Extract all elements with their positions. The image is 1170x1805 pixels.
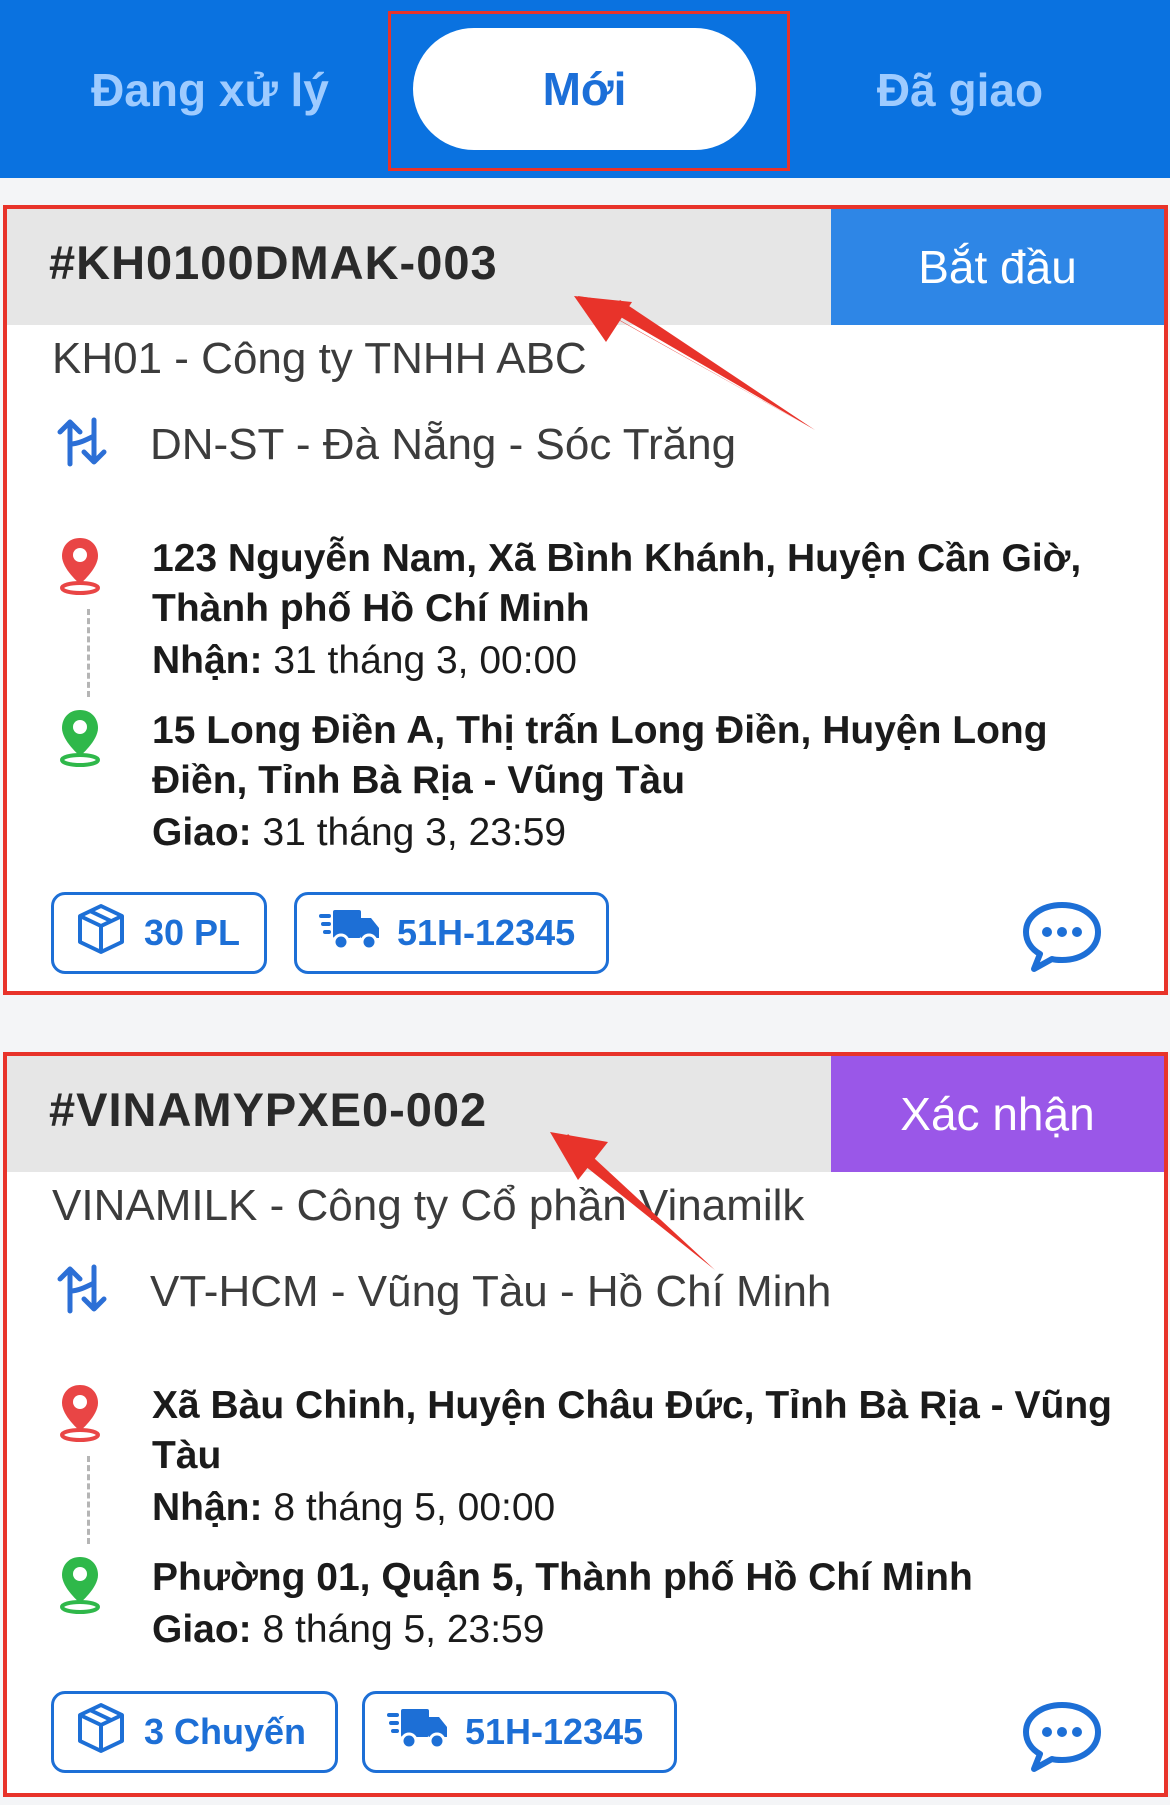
dropoff-stop: Phường 01, Quận 5, Thành phố Hồ Chí Minh… (57, 1553, 1117, 1657)
tab-processing[interactable]: Đang xử lý (40, 28, 380, 152)
dropoff-address: 15 Long Điền A, Thị trấn Long Điền, Huyệ… (152, 709, 1048, 802)
pickup-time: Nhận: 31 tháng 3, 00:00 (152, 639, 577, 682)
vehicle-chip: 51H-12345 (362, 1691, 677, 1773)
order-code: #KH0100DMAK-003 (49, 236, 498, 289)
route-connector (87, 609, 90, 697)
vehicle-plate: 51H-12345 (397, 912, 576, 953)
start-button[interactable]: Bắt đầu (831, 209, 1164, 325)
route-swap-icon (52, 1261, 112, 1322)
route-swap-icon (52, 414, 112, 475)
green-map-pin-icon (57, 1553, 103, 1620)
pickup-stop: 123 Nguyễn Nam, Xã Bình Khánh, Huyện Cần… (57, 534, 1117, 688)
pickup-address: Xã Bàu Chinh, Huyện Châu Đức, Tỉnh Bà Rị… (152, 1384, 1112, 1477)
confirm-button[interactable]: Xác nhận (831, 1056, 1164, 1172)
red-map-pin-icon (57, 534, 103, 601)
dropoff-time: Giao: 8 tháng 5, 23:59 (152, 1608, 545, 1651)
pickup-stop: Xã Bàu Chinh, Huyện Châu Đức, Tỉnh Bà Rị… (57, 1381, 1117, 1535)
quantity-chip: 30 PL (51, 892, 267, 974)
red-map-pin-icon (57, 1381, 103, 1448)
chat-bubble-icon[interactable] (1020, 899, 1104, 980)
route-label: DN-ST - Đà Nẵng - Sóc Trăng (150, 419, 737, 469)
customer-name: VINAMILK - Công ty Cổ phần Vinamilk (52, 1181, 805, 1230)
route-row: DN-ST - Đà Nẵng - Sóc Trăng (52, 414, 736, 475)
order-code: #VINAMYPXE0-002 (49, 1083, 488, 1136)
route-label: VT-HCM - Vũng Tàu - Hồ Chí Minh (150, 1266, 832, 1316)
dropoff-stop: 15 Long Điền A, Thị trấn Long Điền, Huyệ… (57, 706, 1117, 860)
dropoff-time: Giao: 31 tháng 3, 23:59 (152, 811, 567, 854)
delivery-truck-icon (317, 904, 397, 963)
quantity-label: 30 PL (144, 912, 241, 953)
green-map-pin-icon (57, 706, 103, 773)
order-card-header: #VINAMYPXE0-002 Xác nhận (7, 1056, 1164, 1172)
quantity-chip: 3 Chuyến (51, 1691, 338, 1773)
route-connector (87, 1456, 90, 1544)
package-box-icon (74, 902, 144, 965)
package-box-icon (74, 1701, 144, 1764)
annotation-highlight-box (388, 11, 790, 171)
route-row: VT-HCM - Vũng Tàu - Hồ Chí Minh (52, 1261, 831, 1322)
pickup-time: Nhận: 8 tháng 5, 00:00 (152, 1486, 556, 1529)
order-card[interactable]: #VINAMYPXE0-002 Xác nhận VINAMILK - Công… (3, 1052, 1168, 1797)
dropoff-address: Phường 01, Quận 5, Thành phố Hồ Chí Minh (152, 1556, 973, 1599)
chat-bubble-icon[interactable] (1020, 1699, 1104, 1780)
order-card-header: #KH0100DMAK-003 Bắt đầu (7, 209, 1164, 325)
vehicle-plate: 51H-12345 (465, 1711, 644, 1752)
tab-delivered[interactable]: Đã giao (790, 28, 1130, 152)
vehicle-chip: 51H-12345 (294, 892, 609, 974)
pickup-address: 123 Nguyễn Nam, Xã Bình Khánh, Huyện Cần… (152, 537, 1082, 630)
order-card[interactable]: #KH0100DMAK-003 Bắt đầu KH01 - Công ty T… (3, 205, 1168, 995)
quantity-label: 3 Chuyến (144, 1711, 307, 1752)
customer-name: KH01 - Công ty TNHH ABC (52, 334, 587, 383)
status-tab-bar: Đang xử lý Mới Đã giao (0, 0, 1170, 178)
delivery-truck-icon (385, 1703, 465, 1762)
